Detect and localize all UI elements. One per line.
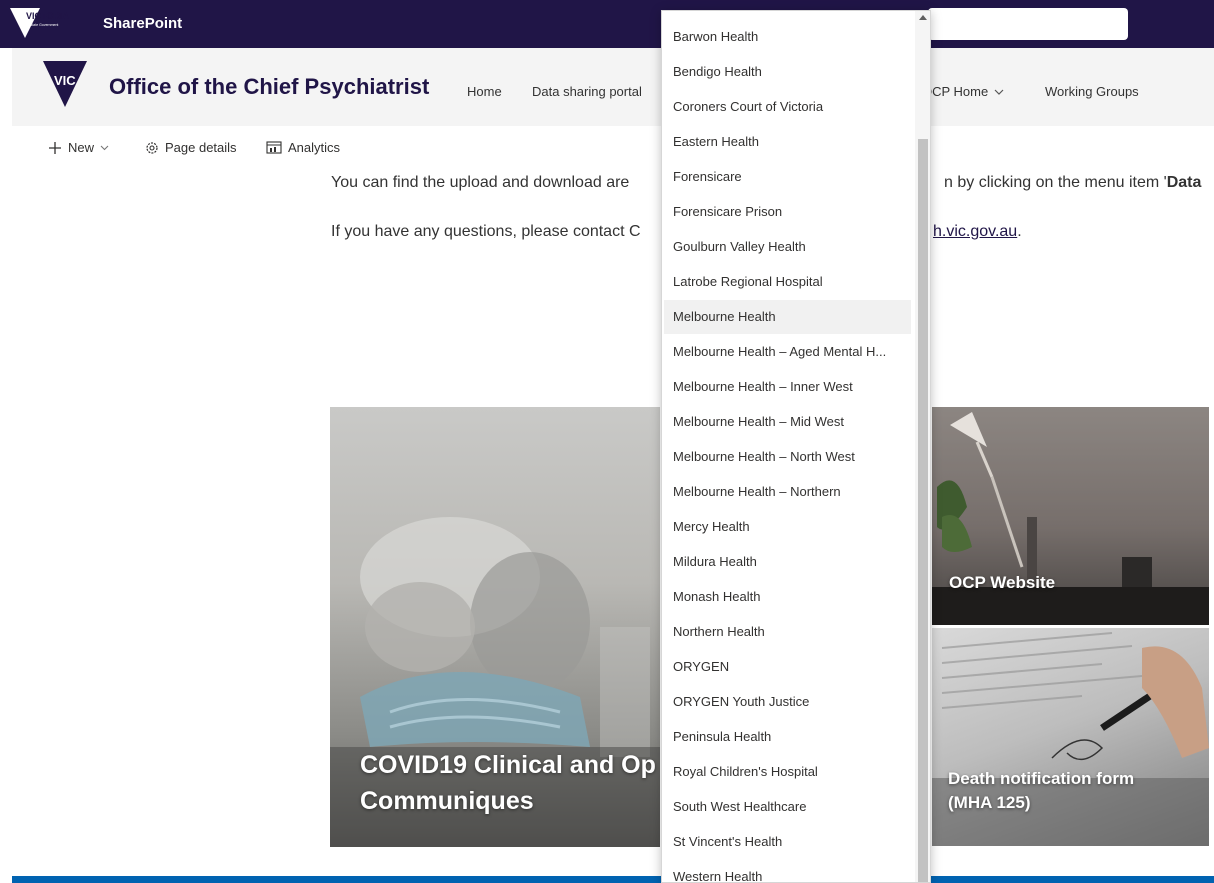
new-button[interactable]: New xyxy=(48,140,109,155)
nav-data-sharing-portal[interactable]: Data sharing portal xyxy=(532,84,642,99)
ocp-website-tile[interactable]: OCP Website xyxy=(932,407,1209,625)
dropdown-item[interactable]: Bendigo Health xyxy=(664,55,911,89)
dropdown-item[interactable]: St Vincent's Health xyxy=(664,825,911,859)
nav-working-groups[interactable]: Working Groups xyxy=(1045,84,1139,99)
footer-stripe xyxy=(12,876,1214,883)
upload-info-prefix: n by clicking on the menu item ' xyxy=(944,174,1167,191)
dropdown-item[interactable]: Barwon Health xyxy=(664,20,911,54)
contact-info-right: h.vic.gov.au. xyxy=(933,223,1022,241)
dropdown-item[interactable]: Mercy Health xyxy=(664,510,911,544)
dropdown-item[interactable]: Mildura Health xyxy=(664,545,911,579)
scrollbar-thumb[interactable] xyxy=(918,139,928,882)
app-name[interactable]: SharePoint xyxy=(103,15,182,32)
death-tile-title-line2: (MHA 125) xyxy=(948,793,1031,812)
new-label: New xyxy=(68,140,95,155)
health-service-dropdown[interactable]: Barwon Health Bendigo Health Coroners Co… xyxy=(661,10,931,883)
analytics-icon xyxy=(266,141,282,154)
upload-info-text-right: n by clicking on the menu item 'Data xyxy=(944,174,1201,192)
sharepoint-page: VICTORIA State Government SharePoint VIC… xyxy=(0,0,1214,883)
dropdown-item[interactable]: ORYGEN Youth Justice xyxy=(664,685,911,719)
victoria-logo[interactable]: VICTORIA State Government xyxy=(10,6,76,40)
vic-logo[interactable]: VIC xyxy=(43,61,87,109)
death-notification-tile[interactable]: Death notification form (MHA 125) xyxy=(932,628,1209,846)
dropdown-item[interactable]: Peninsula Health xyxy=(664,720,911,754)
page-details-button[interactable]: Page details xyxy=(145,140,237,155)
dropdown-item[interactable]: Monash Health xyxy=(664,580,911,614)
suite-bar: VICTORIA State Government SharePoint xyxy=(0,0,1214,48)
chevron-down-icon xyxy=(100,145,109,150)
nav-ocp-home-label: OCP Home xyxy=(922,84,989,99)
dropdown-item[interactable]: Western Health xyxy=(664,860,911,882)
nav-home[interactable]: Home xyxy=(467,84,502,99)
vic-logo-text: VIC xyxy=(54,73,76,88)
dropdown-scrollbar[interactable] xyxy=(915,11,930,882)
covid-tile-title-line2: Communiques xyxy=(360,787,534,815)
dropdown-item[interactable]: Latrobe Regional Hospital xyxy=(664,265,911,299)
dropdown-item[interactable]: Melbourne Health – Inner West xyxy=(664,370,911,404)
search-box[interactable] xyxy=(928,8,1128,40)
victoria-logo-text: VICTORIA xyxy=(26,11,69,21)
site-title[interactable]: Office of the Chief Psychiatrist xyxy=(109,74,429,100)
dropdown-item[interactable]: South West Healthcare xyxy=(664,790,911,824)
dropdown-item[interactable]: Melbourne Health – Mid West xyxy=(664,405,911,439)
dropdown-item-highlighted[interactable]: Melbourne Health xyxy=(664,300,911,334)
nav-ocp-home[interactable]: OCP Home xyxy=(922,84,1004,99)
analytics-label: Analytics xyxy=(288,140,341,155)
dropdown-item[interactable]: Eastern Health xyxy=(664,125,911,159)
dropdown-item[interactable]: Melbourne Health – Northern xyxy=(664,475,911,509)
ocp-tile-title: OCP Website xyxy=(949,573,1056,592)
dropdown-item[interactable]: Northern Health xyxy=(664,615,911,649)
dropdown-item[interactable]: ORYGEN xyxy=(664,650,911,684)
dropdown-item[interactable]: Forensicare xyxy=(664,160,911,194)
contact-suffix: . xyxy=(1017,223,1022,240)
gear-icon xyxy=(146,141,158,154)
death-tile-title-line1: Death notification form xyxy=(948,769,1135,788)
analytics-button[interactable]: Analytics xyxy=(266,140,340,155)
dropdown-item[interactable]: Goulburn Valley Health xyxy=(664,230,911,264)
dropdown-item[interactable]: Forensicare Prison xyxy=(664,195,911,229)
dropdown-item[interactable]: Royal Children's Hospital xyxy=(664,755,911,789)
menu-item-name: Data xyxy=(1166,174,1202,191)
dropdown-item[interactable]: Melbourne Health – Aged Mental H... xyxy=(664,335,911,369)
plus-icon xyxy=(49,141,61,154)
covid-tile-title: COVID19 Clinical and Op Communiques xyxy=(360,747,656,819)
victoria-logo-subtext: State Government xyxy=(30,23,58,27)
page-details-label: Page details xyxy=(165,140,237,155)
upload-info-text: You can find the upload and download are xyxy=(331,174,630,191)
contact-info-text: If you have any questions, please contac… xyxy=(331,223,641,240)
scroll-up-arrow-icon[interactable] xyxy=(918,13,928,23)
dropdown-item[interactable]: Coroners Court of Victoria xyxy=(664,90,911,124)
chevron-down-icon xyxy=(994,89,1004,95)
death-tile-title: Death notification form (MHA 125) xyxy=(948,767,1134,815)
dropdown-item[interactable]: Melbourne Health – North West xyxy=(664,440,911,474)
contact-email-link[interactable]: h.vic.gov.au xyxy=(933,223,1017,240)
site-header: VIC Office of the Chief Psychiatrist Hom… xyxy=(12,48,1214,126)
covid-communiques-tile[interactable]: COVID19 Clinical and Op Communiques xyxy=(330,407,660,847)
command-bar: New Page details Analytics xyxy=(12,126,712,166)
covid-tile-title-line1: COVID19 Clinical and Op xyxy=(360,751,656,779)
